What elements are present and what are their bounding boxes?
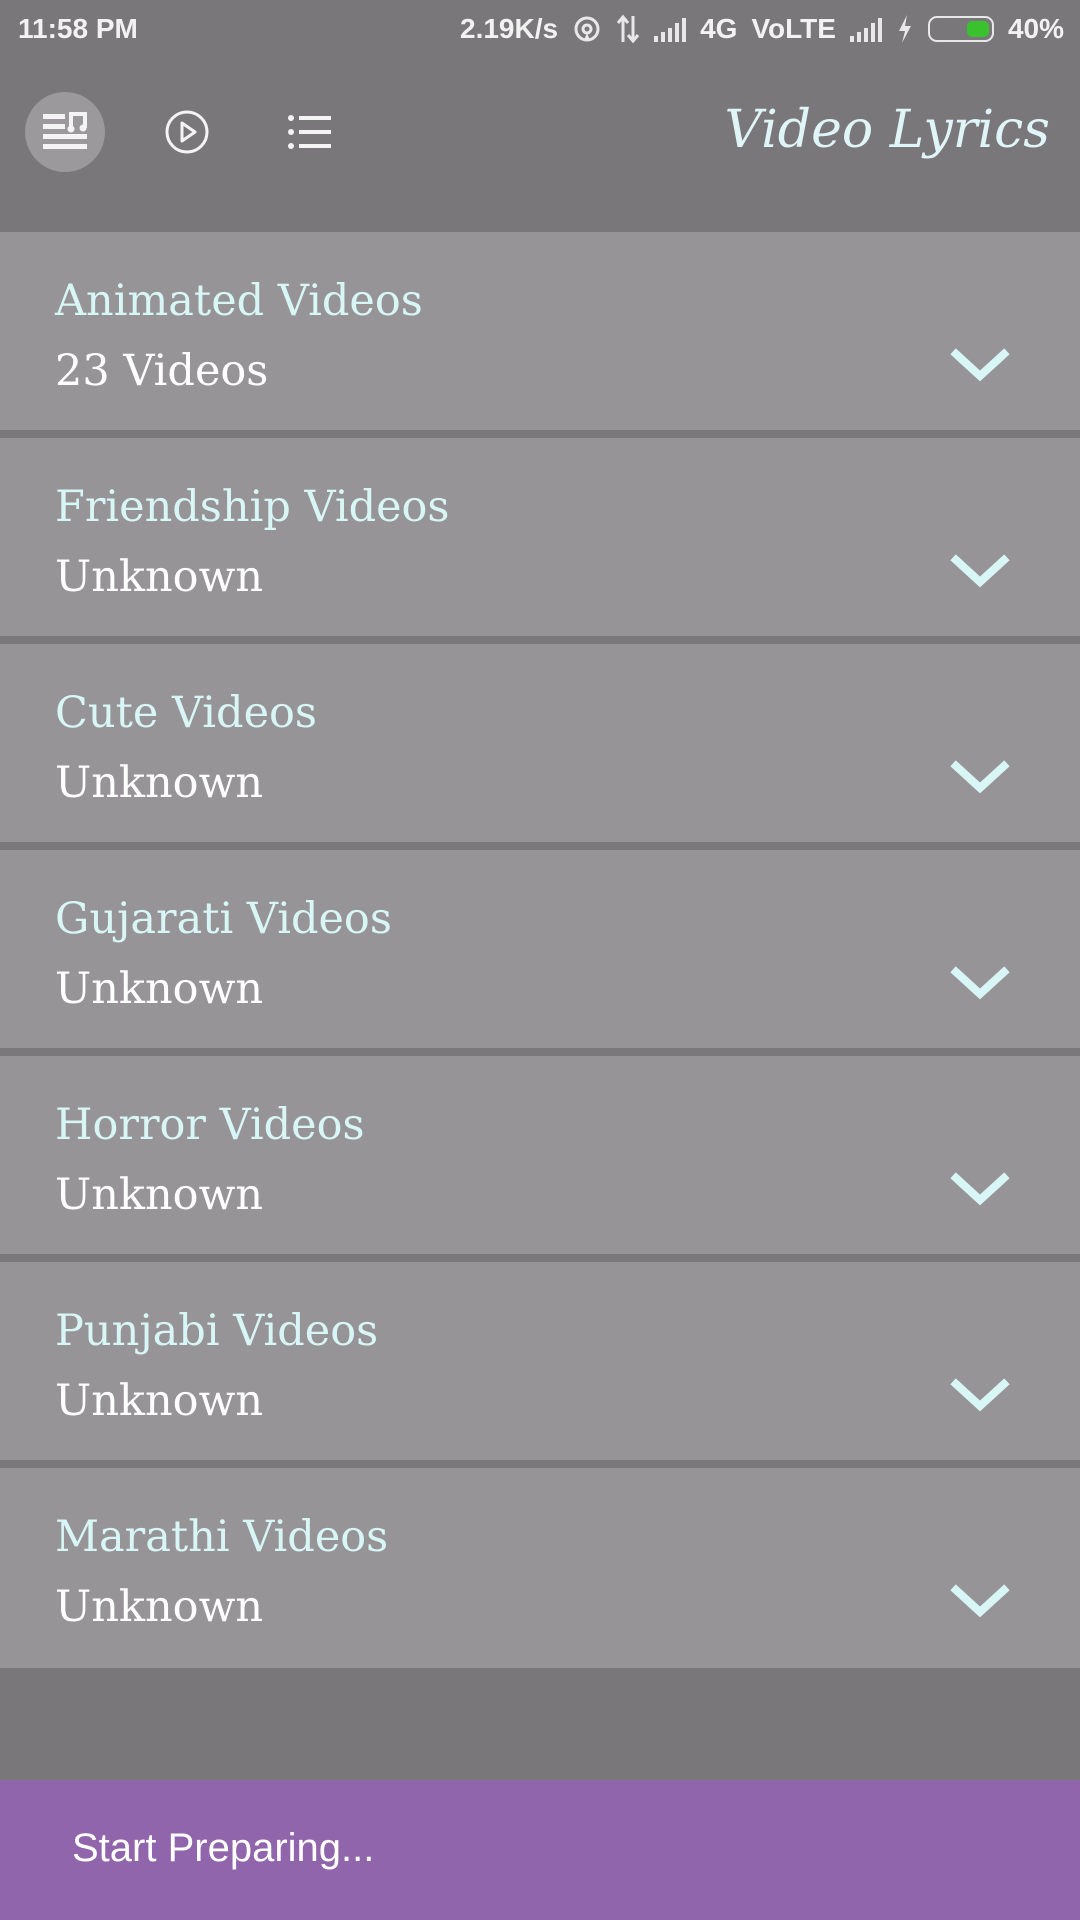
- chevron-down-icon[interactable]: [950, 344, 1010, 388]
- category-title: Animated Videos: [55, 276, 423, 326]
- tab-lyrics[interactable]: [25, 92, 105, 172]
- category-title: Cute Videos: [55, 688, 317, 738]
- category-item[interactable]: Animated Videos 23 Videos: [0, 232, 1080, 438]
- charging-icon: [898, 15, 911, 43]
- play-circle-icon: [165, 110, 209, 154]
- status-icons: 2.19K/s 4G VoLTE 40%: [460, 13, 1064, 45]
- category-title: Gujarati Videos: [55, 894, 392, 944]
- category-count: Unknown: [55, 758, 264, 808]
- chevron-down-icon[interactable]: [950, 1580, 1010, 1624]
- battery-icon: [927, 16, 994, 42]
- chevron-down-icon[interactable]: [950, 550, 1010, 594]
- category-count: Unknown: [55, 1376, 264, 1426]
- category-item[interactable]: Cute Videos Unknown: [0, 644, 1080, 850]
- status-bar: 11:58 PM 2.19K/s 4G VoLTE 40%: [0, 0, 1080, 62]
- app-title: Video Lyrics: [724, 100, 1050, 160]
- app-bar: Video Lyrics: [0, 62, 1080, 232]
- network-speed: 2.19K/s: [460, 13, 559, 44]
- category-count: Unknown: [55, 1582, 264, 1632]
- tab-play[interactable]: [147, 92, 227, 172]
- category-item[interactable]: Gujarati Videos Unknown: [0, 850, 1080, 1056]
- status-time: 11:58 PM: [18, 13, 138, 44]
- category-item[interactable]: Punjabi Videos Unknown: [0, 1262, 1080, 1468]
- chevron-down-icon[interactable]: [950, 962, 1010, 1006]
- chevron-down-icon[interactable]: [950, 756, 1010, 800]
- music-list-icon: [43, 112, 87, 149]
- status-banner: Start Preparing...: [0, 1780, 1080, 1920]
- category-title: Horror Videos: [55, 1100, 365, 1150]
- banner-text: Start Preparing...: [72, 1826, 375, 1870]
- data-transfer-icon: [616, 14, 640, 44]
- chevron-down-icon[interactable]: [950, 1374, 1010, 1418]
- category-item[interactable]: Marathi Videos Unknown: [0, 1468, 1080, 1668]
- category-count: Unknown: [55, 552, 264, 602]
- category-list: Animated Videos 23 Videos Friendship Vid…: [0, 232, 1080, 1668]
- volte-label: VoLTE: [751, 13, 836, 44]
- category-title: Friendship Videos: [55, 482, 450, 532]
- category-item[interactable]: Horror Videos Unknown: [0, 1056, 1080, 1262]
- category-count: Unknown: [55, 964, 264, 1014]
- category-count: 23 Videos: [55, 346, 269, 396]
- tab-list[interactable]: [270, 92, 350, 172]
- signal-icon-2: [849, 16, 882, 42]
- chevron-down-icon[interactable]: [950, 1168, 1010, 1212]
- signal-icon: [654, 16, 687, 42]
- category-title: Punjabi Videos: [55, 1306, 379, 1356]
- list-icon: [288, 115, 331, 149]
- category-title: Marathi Videos: [55, 1512, 389, 1562]
- battery-percent: 40%: [1007, 13, 1064, 44]
- hotspot-icon: [574, 16, 600, 42]
- network-type: 4G: [700, 13, 738, 44]
- category-item[interactable]: Friendship Videos Unknown: [0, 438, 1080, 644]
- category-count: Unknown: [55, 1170, 264, 1220]
